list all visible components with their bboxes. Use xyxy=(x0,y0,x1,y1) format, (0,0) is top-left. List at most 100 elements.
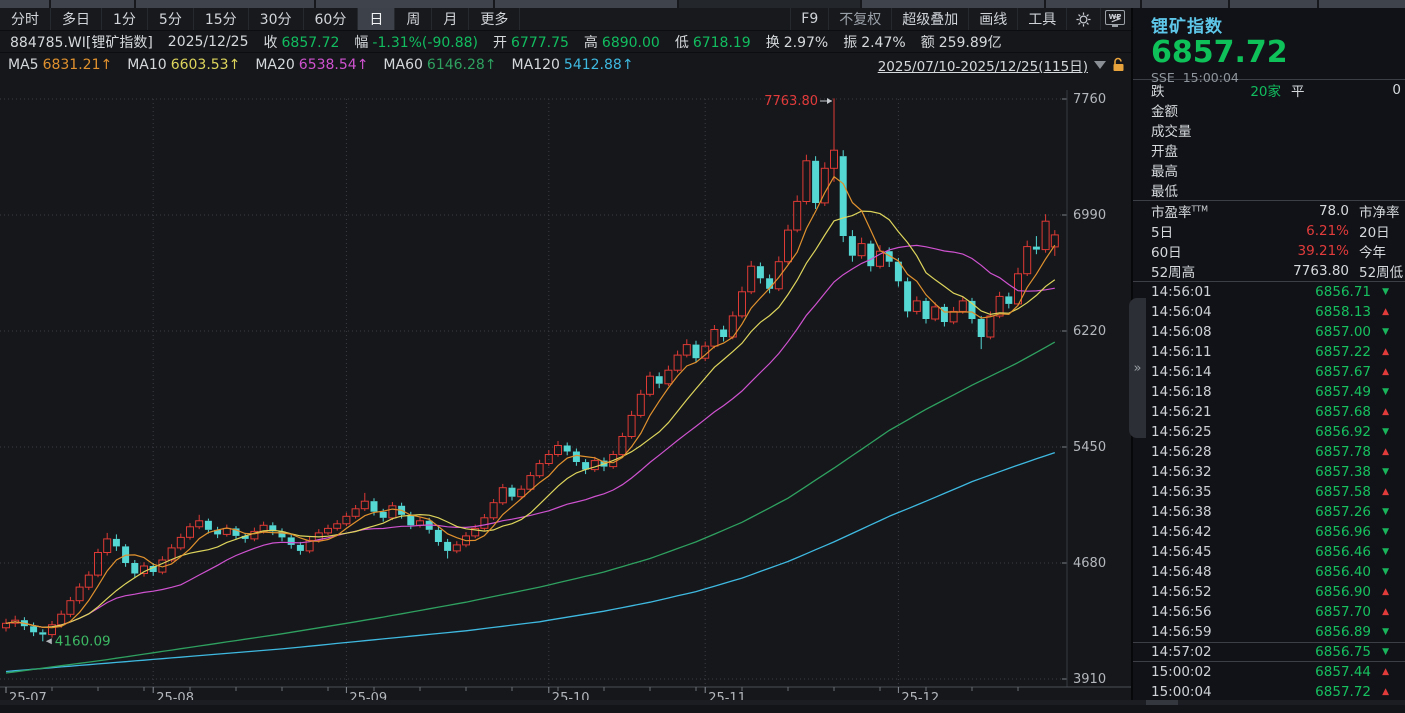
tick-time: 14:56:21 xyxy=(1151,404,1281,420)
arrow-up-icon: ▲ xyxy=(1371,687,1389,697)
date-range-control[interactable]: 2025/07/10-2025/12/25(115日) xyxy=(878,55,1131,75)
ratio-stats: 市盈率TTM78.0市净率5日6.21%20日60日39.21%今年52周高77… xyxy=(1133,200,1405,281)
tick-price: 6857.44 xyxy=(1281,664,1371,680)
market-stats-row-1: 金额 xyxy=(1133,100,1405,120)
period-tab-bar: 分时多日1分5分15分30分60分日周月更多 F9不复权超级叠加画线工具 > xyxy=(0,8,1131,31)
panel-collapse-handle[interactable]: » xyxy=(1129,298,1146,438)
quote-field-5: 高6890.00 xyxy=(584,32,660,52)
arrow-down-icon: ▼ xyxy=(1371,327,1389,337)
tab-月[interactable]: 月 xyxy=(432,8,469,30)
stat-label: 60日 xyxy=(1151,241,1237,261)
quote-field-label: 低 xyxy=(675,35,689,51)
tick-time: 14:56:04 xyxy=(1151,304,1281,320)
market-stats: 跌20家平0金额成交量开盘最高最低 xyxy=(1133,80,1405,200)
tick-price: 6856.90 xyxy=(1281,584,1371,600)
stat-value: 39.21% xyxy=(1237,243,1349,259)
tab-15分[interactable]: 15分 xyxy=(194,8,249,30)
arrow-up-icon: ▲ xyxy=(1371,347,1389,357)
stat-label: 金额 xyxy=(1151,100,1221,120)
ratio-stats-row-0: 市盈率TTM78.0市净率 xyxy=(1133,201,1405,221)
arrow-up-icon: ▲ xyxy=(1371,447,1389,457)
tab-多日[interactable]: 多日 xyxy=(51,8,102,30)
bottom-strip xyxy=(0,700,1405,705)
tick-price: 6856.75 xyxy=(1281,644,1371,660)
tab-60分[interactable]: 60分 xyxy=(304,8,359,30)
stat-label: 市盈率TTM xyxy=(1151,201,1237,221)
tick-row: 14:56:016856.71▼ xyxy=(1133,282,1405,302)
stat-label: 开盘 xyxy=(1151,140,1221,160)
window-tab-divider xyxy=(1044,0,1046,8)
tab-周[interactable]: 周 xyxy=(395,8,432,30)
quote-panel-header: 锂矿指数 6857.72 SSE 15:00:04 xyxy=(1133,8,1405,80)
arrow-up-icon: ▲ xyxy=(1371,367,1389,377)
stat-label-2: 今年 xyxy=(1349,241,1405,261)
stat-value-2: 0 xyxy=(1321,82,1401,98)
stat-label-2: 市净率 xyxy=(1349,201,1405,221)
tick-time: 14:56:38 xyxy=(1151,504,1281,520)
tab-日[interactable]: 日 xyxy=(358,8,395,30)
toolbar-right: F9不复权超级叠加画线工具 > xyxy=(790,8,1131,30)
tick-row: 14:56:326857.38▼ xyxy=(1133,462,1405,482)
ratio-stats-row-2: 60日39.21%今年 xyxy=(1133,241,1405,261)
stat-value: 6.21% xyxy=(1237,223,1349,239)
tick-row: 14:56:086857.00▼ xyxy=(1133,322,1405,342)
tick-price: 6857.49 xyxy=(1281,384,1371,400)
toolbar-item-1[interactable]: 不复权 xyxy=(828,8,891,30)
stat-label: 最低 xyxy=(1151,180,1221,200)
settings-button[interactable] xyxy=(1066,8,1100,30)
ma-legend-ma20: MA206538.54↑ xyxy=(255,57,368,73)
stat-label: 成交量 xyxy=(1151,120,1221,140)
tick-time: 14:56:45 xyxy=(1151,544,1281,560)
tick-row: 14:56:596856.89▼ xyxy=(1133,622,1405,642)
ma-legend-ma10: MA106603.53↑ xyxy=(127,57,240,73)
ma-legend-ma120: MA1205412.88↑ xyxy=(512,57,634,73)
market-stats-row-0: 跌20家平0 xyxy=(1133,80,1405,100)
ma-legend-ma60: MA606146.28↑ xyxy=(383,57,496,73)
tab-5分[interactable]: 5分 xyxy=(148,8,194,30)
quote-field-value: 6890.00 xyxy=(602,35,660,51)
tab-1分[interactable]: 1分 xyxy=(102,8,148,30)
svg-text:6990: 6990 xyxy=(1073,208,1106,223)
quote-field-0: 884785.WI[锂矿指数] xyxy=(10,32,153,52)
market-stats-row-5: 最低 xyxy=(1133,180,1405,200)
bottom-strip-segment xyxy=(1146,700,1178,705)
unlock-icon[interactable] xyxy=(1112,57,1125,72)
tick-row: 15:00:026857.44▲ xyxy=(1133,662,1405,682)
quote-field-9: 额259.89亿 xyxy=(921,32,1002,52)
stat-value: 78.0 xyxy=(1237,203,1349,219)
tick-row: 14:57:026856.75▼ xyxy=(1133,642,1405,662)
quote-field-value: 6718.19 xyxy=(693,35,751,51)
svg-text:7760: 7760 xyxy=(1073,92,1106,107)
arrow-up-icon: ▲ xyxy=(1371,607,1389,617)
window-tab-divider xyxy=(493,0,495,8)
tab-分时[interactable]: 分时 xyxy=(0,8,51,30)
tick-price: 6856.92 xyxy=(1281,424,1371,440)
tick-time: 14:56:42 xyxy=(1151,524,1281,540)
tick-row: 14:56:286857.78▲ xyxy=(1133,442,1405,462)
toolbar-item-2[interactable]: 超级叠加 xyxy=(891,8,968,30)
tick-time: 14:56:14 xyxy=(1151,364,1281,380)
quote-field-8: 振2.47% xyxy=(843,32,905,52)
quote-field-label: 开 xyxy=(493,35,507,51)
tab-30分[interactable]: 30分 xyxy=(249,8,304,30)
tick-time: 14:56:18 xyxy=(1151,384,1281,400)
arrow-up-icon: ▲ xyxy=(1371,407,1389,417)
toolbar-item-4[interactable]: 工具 xyxy=(1017,8,1066,30)
tab-更多[interactable]: 更多 xyxy=(469,8,520,30)
tick-time: 14:56:11 xyxy=(1151,344,1281,360)
tick-price: 6856.96 xyxy=(1281,524,1371,540)
quote-field-value: 2.47% xyxy=(861,35,905,51)
chevron-down-icon[interactable] xyxy=(1094,61,1106,69)
quote-field-value: 2.97% xyxy=(784,35,828,51)
date-range-label[interactable]: 2025/07/10-2025/12/25(115日) xyxy=(878,55,1088,75)
index-name: 锂矿指数 xyxy=(1151,12,1405,37)
stat-value: 7763.80 xyxy=(1237,263,1349,279)
wp-widget-icon[interactable]: WP xyxy=(1105,10,1125,25)
tick-row: 14:56:426856.96▼ xyxy=(1133,522,1405,542)
toolbar-item-3[interactable]: 画线 xyxy=(968,8,1017,30)
arrow-down-icon: ▼ xyxy=(1371,567,1389,577)
toolbar-item-0[interactable]: F9 xyxy=(790,8,828,30)
tick-time: 14:56:08 xyxy=(1151,324,1281,340)
candlestick-chart[interactable]: 77606990622054504680391025-0725-0825-092… xyxy=(0,76,1131,713)
window-tab-divider xyxy=(314,0,316,8)
